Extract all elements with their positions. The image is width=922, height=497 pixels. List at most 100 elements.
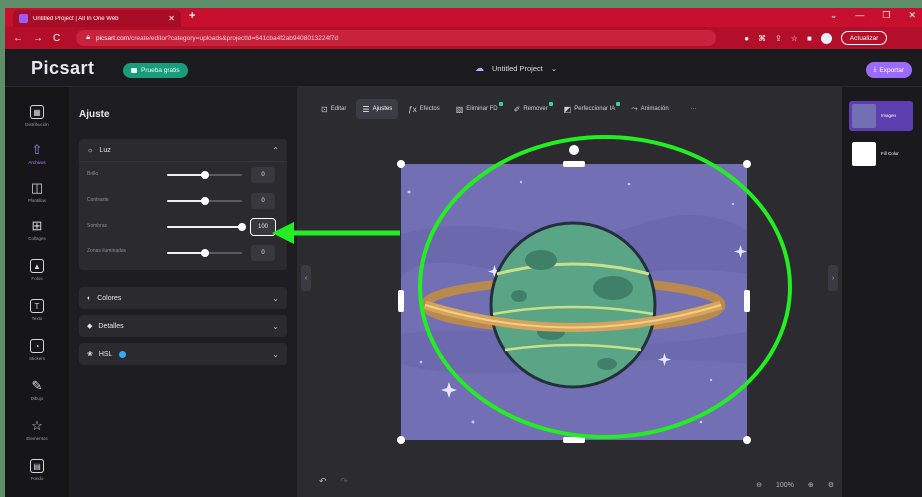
sidebar-item-elementos[interactable]: ☆ Elementos	[5, 418, 69, 441]
resize-handle-bottom-right[interactable]	[743, 436, 751, 444]
tab-search-icon[interactable]: ⌄	[830, 10, 838, 21]
brillo-slider-knob[interactable]	[200, 171, 209, 179]
brillo-value[interactable]: 0	[251, 167, 275, 183]
sidepanel-icon[interactable]: ■	[807, 34, 812, 43]
tool-efectos[interactable]: ƒx Efectos	[402, 99, 445, 119]
sidebar-item-fondo[interactable]: ▤ Fondo	[5, 459, 69, 481]
download-icon: ⤓	[873, 66, 877, 73]
share-icon[interactable]: ⇪	[775, 34, 782, 43]
zoom-level[interactable]: 100%	[776, 482, 794, 489]
sombras-value[interactable]: 100	[250, 218, 276, 236]
sidebar-item-archivos[interactable]: ⇧ Archivos	[5, 142, 69, 165]
hsl-section[interactable]: ❀ HSL ⌄	[79, 343, 287, 365]
more-tools-button[interactable]: ···	[685, 99, 703, 119]
tool-ajustes[interactable]: ☰ Ajustes	[356, 99, 399, 119]
close-tab-icon[interactable]: ✕	[168, 14, 175, 23]
tool-perfeccionar-ia[interactable]: ◩ Perfeccionar IA	[558, 99, 622, 119]
new-tab-button[interactable]: +	[189, 10, 195, 22]
crop-icon: ⊡	[321, 104, 328, 114]
contraste-slider-knob[interactable]	[200, 197, 209, 205]
collapse-right-panel-button[interactable]: ›	[828, 265, 838, 291]
sombras-label: Sombras	[87, 223, 108, 229]
sidebar-item-distribucion[interactable]: ▦ Distribución	[5, 105, 69, 127]
sidebar-item-fotos[interactable]: ▲ Fotos	[5, 259, 69, 281]
layer-name: Imagen	[881, 113, 897, 118]
settings-gear-icon[interactable]: ⚙	[828, 481, 834, 489]
browser-tab[interactable]: Untitled Project | All In One Web ✕	[13, 10, 181, 27]
close-window-icon[interactable]: ✕	[908, 10, 916, 21]
resize-handle-left[interactable]	[398, 290, 404, 312]
detalles-section[interactable]: ◆ Detalles ⌄	[79, 315, 287, 337]
luz-section: ☼ Luz ⌃ Brillo 0 Contraste 0 Sombras 100…	[79, 139, 287, 270]
resize-handle-right[interactable]	[744, 290, 750, 312]
url-text: picsart.com/create/editor?category=uploa…	[95, 34, 339, 42]
zonas-iluminadas-slider[interactable]	[167, 249, 242, 257]
undo-icon[interactable]: ↶	[319, 476, 327, 487]
project-title-menu[interactable]: ☁ Untitled Project ⌄	[475, 63, 557, 74]
collapse-left-panel-button[interactable]: ‹	[301, 265, 311, 291]
zoom-out-icon[interactable]: ⊖	[756, 481, 762, 489]
colores-header[interactable]: ◐ Colores ⌄	[79, 287, 287, 309]
bookmark-star-icon[interactable]: ☆	[791, 34, 798, 43]
star-icon: ☆	[31, 418, 43, 433]
tool-remover[interactable]: ✐ Remover	[508, 99, 554, 119]
diamond-icon: ◆	[87, 323, 93, 330]
favicon-icon	[19, 14, 28, 23]
profile-avatar[interactable]	[820, 32, 832, 44]
resize-handle-top-right[interactable]	[743, 160, 751, 168]
eraser-icon: ✐	[513, 104, 521, 114]
resize-handle-top-left[interactable]	[397, 160, 405, 168]
minimize-icon[interactable]: —	[855, 10, 864, 21]
sombras-slider[interactable]	[167, 223, 246, 231]
browser-toolbar: ← → C 🔒︎ picsart.com/create/editor?categ…	[5, 27, 922, 49]
reload-icon[interactable]: C	[53, 33, 60, 44]
lock-icon: 🔒︎	[86, 34, 90, 41]
sidebar-item-texto[interactable]: T Texto	[5, 299, 69, 321]
contraste-slider[interactable]	[167, 197, 242, 205]
tool-editar[interactable]: ⊡ Editar	[315, 99, 352, 119]
redo-icon[interactable]: ↷	[341, 476, 349, 487]
rotate-handle[interactable]	[569, 145, 579, 155]
tool-animacion[interactable]: ⤳ Animación	[625, 99, 674, 119]
artboard[interactable]	[397, 145, 751, 444]
sidebar-item-collages[interactable]: ⊞ Collages	[5, 218, 69, 241]
sombras-slider-knob[interactable]	[238, 223, 246, 231]
detalles-header[interactable]: ◆ Detalles ⌄	[79, 315, 287, 337]
translate-icon[interactable]: ⌘	[758, 34, 766, 43]
sidebar-label: Elementos	[26, 436, 48, 441]
zonas-iluminadas-slider-knob[interactable]	[200, 249, 209, 257]
enhance-icon: ◩	[563, 104, 572, 114]
tab-title: Untitled Project | All In One Web	[33, 15, 119, 22]
brillo-slider[interactable]	[167, 171, 242, 179]
tool-eliminar-fd[interactable]: ▧ Eliminar FD	[450, 99, 504, 119]
free-trial-button[interactable]: Prueba gratis	[123, 63, 188, 78]
contraste-value[interactable]: 0	[251, 193, 275, 209]
export-button[interactable]: ⤓ Exportar	[865, 62, 912, 78]
new-badge-icon	[616, 102, 621, 106]
extension-icon[interactable]: ●	[744, 34, 749, 43]
sidebar-label: Distribución	[25, 122, 49, 127]
zoom-in-icon[interactable]: ⊕	[808, 481, 814, 489]
sidebar-item-stickers[interactable]: ◔ Stickers	[5, 339, 69, 361]
animation-icon: ⤳	[631, 104, 638, 113]
layer-imagen[interactable]: Imagen	[849, 101, 913, 131]
maximize-icon[interactable]: ❐	[882, 10, 890, 21]
colores-section[interactable]: ◐ Colores ⌄	[79, 287, 287, 309]
new-badge-icon	[548, 102, 553, 106]
zonas-iluminadas-value[interactable]: 0	[251, 245, 275, 261]
sidebar-item-dibujo[interactable]: ✎ Dibujo	[5, 378, 69, 401]
resize-handle-bottom[interactable]	[563, 437, 585, 443]
sidebar-item-plantillas[interactable]: ◫ Plantillas	[5, 180, 69, 203]
layer-fill-color[interactable]: Fill Color	[849, 139, 913, 169]
resize-handle-bottom-left[interactable]	[397, 436, 405, 444]
update-button[interactable]: Actualizar	[840, 31, 888, 45]
text-icon: T	[30, 299, 44, 313]
resize-handle-top[interactable]	[563, 161, 585, 167]
forward-icon[interactable]: →	[33, 33, 43, 44]
back-icon[interactable]: ←	[13, 33, 23, 44]
address-bar[interactable]: 🔒︎ picsart.com/create/editor?category=up…	[76, 30, 717, 46]
contraste-label: Contraste	[87, 197, 109, 203]
luz-header[interactable]: ☼ Luz ⌃	[79, 139, 287, 161]
hsl-header[interactable]: ❀ HSL ⌄	[79, 343, 287, 365]
picsart-logo[interactable]: Picsart	[31, 58, 95, 79]
